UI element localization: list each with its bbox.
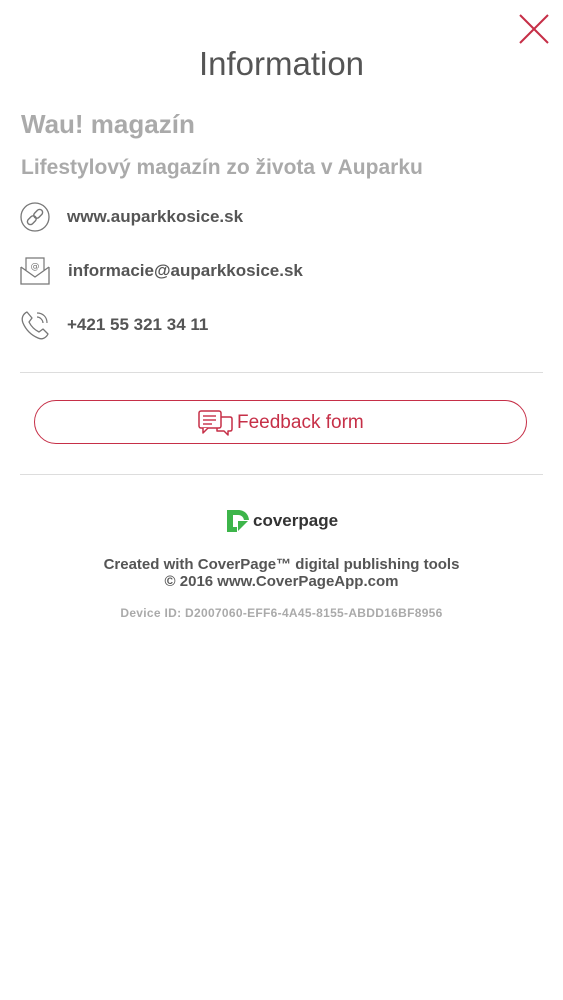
- footer-copyright: © 2016 www.CoverPageApp.com: [164, 573, 399, 590]
- coverpage-logo: coverpage: [225, 508, 338, 534]
- feedback-button-label: Feedback form: [237, 412, 364, 433]
- magazine-subtitle: Lifestylový magazín zo života v Auparku: [21, 156, 423, 179]
- svg-text:@: @: [31, 262, 40, 272]
- email-row[interactable]: @ informacie@auparkkosice.sk: [18, 253, 518, 289]
- magazine-title: Wau! magazín: [21, 109, 195, 139]
- device-id-label: Device ID:: [120, 606, 182, 620]
- website-link[interactable]: www.auparkkosice.sk: [67, 199, 243, 235]
- phone-icon: [18, 307, 52, 343]
- divider-top: [20, 372, 543, 373]
- feedback-button-content: Feedback form: [197, 409, 364, 437]
- link-icon: [18, 199, 52, 235]
- feedback-form-button[interactable]: Feedback form: [34, 400, 527, 444]
- chat-bubbles-icon: [198, 410, 233, 436]
- website-row[interactable]: www.auparkkosice.sk: [18, 199, 518, 235]
- device-id: Device ID: D2007060-EFF6-4A45-8155-ABDD1…: [0, 605, 563, 621]
- phone-link[interactable]: +421 55 321 34 11: [67, 307, 208, 343]
- divider-bottom: [20, 474, 543, 475]
- coverpage-logo-icon: [227, 510, 249, 532]
- email-link[interactable]: informacie@auparkkosice.sk: [68, 253, 303, 289]
- envelope-at-icon: @: [18, 253, 52, 289]
- page-title: Information: [198, 45, 365, 82]
- footer-credit: Created with CoverPage™ digital publishi…: [103, 556, 460, 573]
- device-id-value: D2007060-EFF6-4A45-8155-ABDD16BF8956: [185, 606, 443, 620]
- phone-row[interactable]: +421 55 321 34 11: [18, 307, 518, 343]
- coverpage-logo-text: coverpage: [253, 511, 339, 530]
